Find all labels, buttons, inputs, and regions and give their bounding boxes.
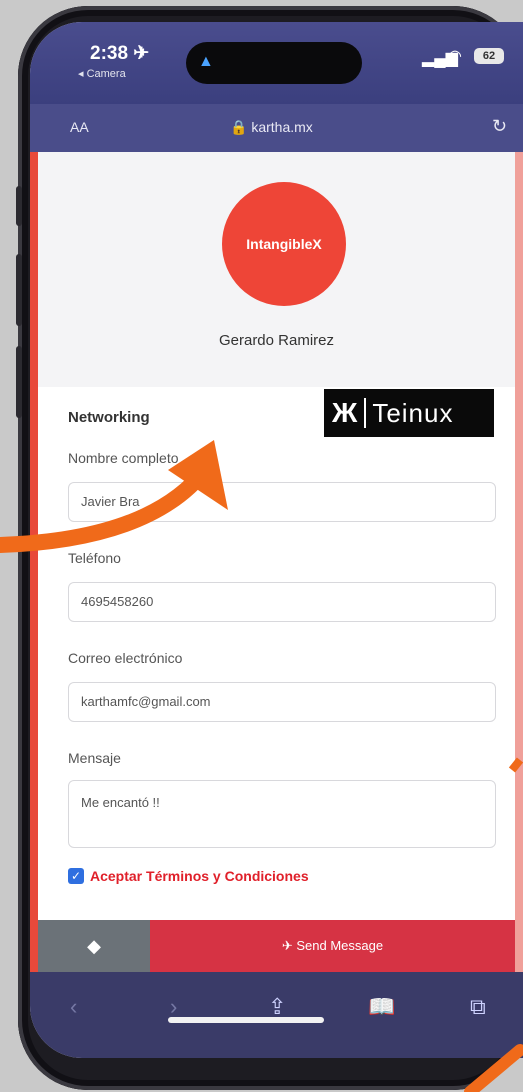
annotation-arrow-side (508, 757, 523, 773)
annotation-arrow-curve (0, 462, 213, 553)
annotation-arrows (0, 440, 523, 1092)
annotation-arrow-corner (464, 1044, 523, 1092)
